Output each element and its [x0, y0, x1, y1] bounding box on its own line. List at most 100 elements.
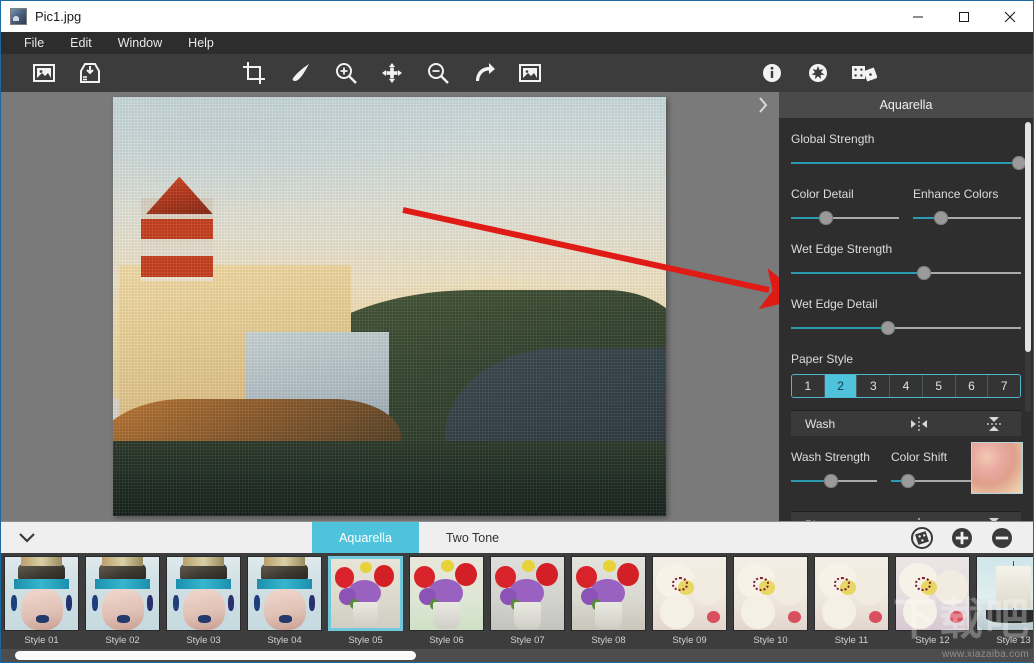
style-label: Style 09	[672, 635, 707, 646]
redo-arrow-icon[interactable]	[461, 54, 507, 92]
style-item-08[interactable]: Style 08	[568, 553, 649, 649]
slider-knob[interactable]	[880, 321, 895, 335]
paper-style-option-4[interactable]: 4	[890, 375, 923, 397]
style-item-09[interactable]: Style 09	[649, 553, 730, 649]
fit-image-icon[interactable]	[507, 54, 553, 92]
style-thumbnail-strip[interactable]: Style 01 Style 02 Style 03 Style 04 Styl…	[1, 553, 1033, 649]
style-thumbnail	[895, 556, 970, 631]
crop-icon[interactable]	[231, 54, 277, 92]
collapse-vertical-icon[interactable]	[985, 415, 1003, 433]
style-item-02[interactable]: Style 02	[82, 553, 163, 649]
slider-fill	[791, 162, 1019, 164]
watermark-small: www.xiazaiba.com	[941, 649, 1029, 660]
remove-preset-button[interactable]	[991, 527, 1013, 549]
style-item-06[interactable]: Style 06	[406, 553, 487, 649]
save-image-icon[interactable]	[67, 54, 113, 92]
wash-section-header[interactable]: Wash	[791, 410, 1021, 436]
menu-item-edit[interactable]: Edit	[57, 32, 105, 54]
paper-style-option-1[interactable]: 1	[792, 375, 825, 397]
horizontal-scrollbar-thumb[interactable]	[15, 651, 416, 660]
random-dice-icon[interactable]	[841, 54, 887, 92]
slider-knob[interactable]	[818, 211, 833, 225]
bloom-section-header[interactable]: Bloom	[791, 511, 1021, 521]
style-item-07[interactable]: Style 07	[487, 553, 568, 649]
slider-knob[interactable]	[917, 266, 932, 280]
style-thumbnail	[490, 556, 565, 631]
color-shift-slider[interactable]	[891, 471, 977, 491]
paper-style-option-2[interactable]: 2	[824, 375, 858, 397]
photo-preview[interactable]	[113, 97, 666, 516]
panel-body: Global Strength Color Detail Enhance Col…	[779, 132, 1033, 521]
style-label: Style 04	[267, 635, 302, 646]
style-thumbnail	[976, 556, 1033, 631]
horizontal-scrollbar[interactable]: www.xiazaiba.com	[1, 649, 1033, 662]
paper-style-option-6[interactable]: 6	[955, 375, 989, 397]
pan-move-icon[interactable]	[369, 54, 415, 92]
style-item-11[interactable]: Style 11	[811, 553, 892, 649]
menu-item-window[interactable]: Window	[105, 32, 175, 54]
style-item-13[interactable]: Style 13	[973, 553, 1033, 649]
add-preset-button[interactable]	[951, 527, 973, 549]
style-item-10[interactable]: Style 10	[730, 553, 811, 649]
window-controls	[895, 1, 1033, 32]
style-label: Style 07	[510, 635, 545, 646]
slider-knob[interactable]	[1011, 156, 1026, 170]
wash-strength-slider[interactable]	[791, 471, 877, 491]
application-window: Pic1.jpg File Edit Window Help Aquarella…	[0, 0, 1034, 663]
photo-tower-band-top	[140, 218, 213, 240]
maximize-button[interactable]	[941, 1, 987, 32]
photo-tower-band-bottom	[140, 256, 213, 278]
info-icon[interactable]	[749, 54, 795, 92]
tab-list: Aquarella Two Tone	[312, 521, 526, 554]
menu-item-help[interactable]: Help	[175, 32, 227, 54]
paper-style-label: Paper Style	[791, 352, 854, 366]
wet-edge-detail-slider[interactable]	[791, 318, 1021, 338]
style-item-03[interactable]: Style 03	[163, 553, 244, 649]
slider-knob[interactable]	[901, 474, 916, 488]
minimize-button[interactable]	[895, 1, 941, 32]
close-button[interactable]	[987, 1, 1033, 32]
chevron-right-icon[interactable]	[755, 96, 771, 114]
zoom-in-icon[interactable]	[323, 54, 369, 92]
global-strength-label: Global Strength	[791, 132, 875, 146]
paper-style-option-5[interactable]: 5	[922, 375, 956, 397]
style-thumbnail	[328, 556, 403, 631]
global-strength-slider[interactable]	[791, 153, 1026, 173]
slider-fill	[791, 272, 925, 274]
enhance-colors-slider[interactable]	[913, 208, 1021, 228]
tab-two-tone[interactable]: Two Tone	[419, 521, 526, 554]
paper-style-group: 1 2 3 4 5 6 7	[791, 374, 1021, 398]
tab-aquarella[interactable]: Aquarella	[312, 521, 419, 554]
brush-icon[interactable]	[277, 54, 323, 92]
canvas-area[interactable]	[1, 92, 779, 521]
style-item-05[interactable]: Style 05	[325, 553, 406, 649]
style-item-01[interactable]: Style 01	[1, 553, 82, 649]
style-item-12[interactable]: Style 12	[892, 553, 973, 649]
style-label: Style 02	[105, 635, 140, 646]
panel-scrollbar[interactable]	[1025, 122, 1031, 412]
style-thumbnail	[409, 556, 484, 631]
preset-actions	[911, 526, 1033, 549]
collapse-horizontal-icon[interactable]	[907, 417, 931, 431]
style-label: Style 13	[996, 635, 1031, 646]
slider-knob[interactable]	[823, 474, 838, 488]
chevron-down-icon[interactable]	[1, 522, 53, 554]
slider-knob[interactable]	[934, 211, 949, 225]
style-thumbnail	[247, 556, 322, 631]
open-image-icon[interactable]	[21, 54, 67, 92]
paper-style-option-3[interactable]: 3	[857, 375, 891, 397]
settings-icon[interactable]	[795, 54, 841, 92]
paper-style-option-7[interactable]: 7	[988, 375, 1020, 397]
wash-color-swatch[interactable]	[971, 442, 1023, 494]
menu-item-file[interactable]: File	[11, 32, 57, 54]
color-detail-slider[interactable]	[791, 208, 899, 228]
toolbar	[1, 54, 1033, 92]
style-item-04[interactable]: Style 04	[244, 553, 325, 649]
panel-scrollbar-thumb[interactable]	[1025, 122, 1031, 352]
wet-edge-strength-slider[interactable]	[791, 263, 1021, 283]
style-thumbnail	[4, 556, 79, 631]
wet-edge-strength-label: Wet Edge Strength	[791, 242, 893, 256]
style-label: Style 10	[753, 635, 788, 646]
zoom-out-icon[interactable]	[415, 54, 461, 92]
random-dice-button[interactable]	[911, 526, 933, 549]
